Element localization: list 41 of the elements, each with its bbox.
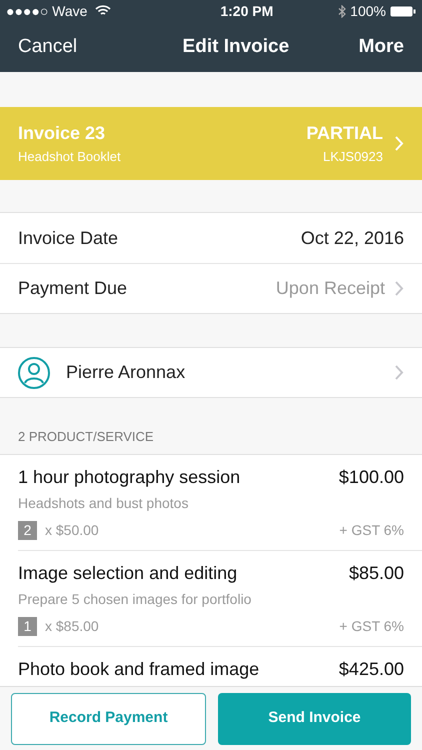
cancel-button[interactable]: Cancel <box>18 32 78 62</box>
item-name: Image selection and editing <box>18 562 238 585</box>
screen-title: Edit Invoice <box>182 34 290 59</box>
battery-icon <box>390 6 416 16</box>
item-price: $85.00 <box>348 562 404 585</box>
section-header: 2 PRODUCT/SERVICE <box>18 428 154 446</box>
carrier-text: ●●●●○ Wave <box>6 2 88 20</box>
line-item[interactable]: Image selection and editing $85.00 Prepare 5 chosen images for portfolio 1 x $85.00 + GST 6% <box>18 550 422 646</box>
item-name: 1 hour photography session <box>18 466 240 489</box>
wifi-icon <box>95 5 112 17</box>
more-button[interactable]: More <box>358 32 404 62</box>
clock-text: 1:20 PM <box>220 2 274 20</box>
battery-text: 100% <box>350 2 386 20</box>
tax-label: + GST 6% <box>339 521 404 540</box>
invoice-code: LKJS0923 <box>323 148 383 166</box>
customer-row[interactable]: Pierre Aronnax <box>0 347 422 398</box>
detail-value: Oct 22, 2016 <box>300 226 404 250</box>
item-description: Headshots and bust photos <box>18 494 190 513</box>
unit-price: x $50.00 <box>45 521 100 540</box>
item-price: $425.00 <box>338 658 404 681</box>
person-icon <box>18 356 50 388</box>
item-price: $100.00 <box>338 466 404 489</box>
tax-label: + GST 6% <box>339 617 404 636</box>
chevron-icon <box>395 136 404 151</box>
bluetooth-icon <box>338 4 346 18</box>
invoice-title: Invoice 23 <box>18 122 106 146</box>
chevron-icon <box>395 365 404 380</box>
detail-value: Upon Receipt <box>276 277 385 300</box>
detail-label: Payment Due <box>18 277 128 300</box>
detail-row[interactable]: Invoice Date Oct 22, 2016 <box>0 213 422 263</box>
quantity-badge: 2 <box>18 521 37 540</box>
unit-price: x $85.00 <box>45 617 100 636</box>
status-label: PARTIAL <box>306 122 383 146</box>
item-name: Photo book and framed image <box>18 658 260 681</box>
line-item[interactable]: 1 hour photography session $100.00 Headshots and bust photos 2 x $50.00 + GST 6% <box>18 455 422 550</box>
quantity-badge: 1 <box>18 617 37 636</box>
customer-name: Pierre Aronnax <box>66 361 186 384</box>
invoice-subtitle: Headshot Booklet <box>18 148 122 166</box>
item-description: Prepare 5 chosen images for portfolio <box>18 590 252 609</box>
detail-label: Invoice Date <box>18 226 120 250</box>
detail-row[interactable]: Payment Due Upon Receipt <box>0 263 422 313</box>
